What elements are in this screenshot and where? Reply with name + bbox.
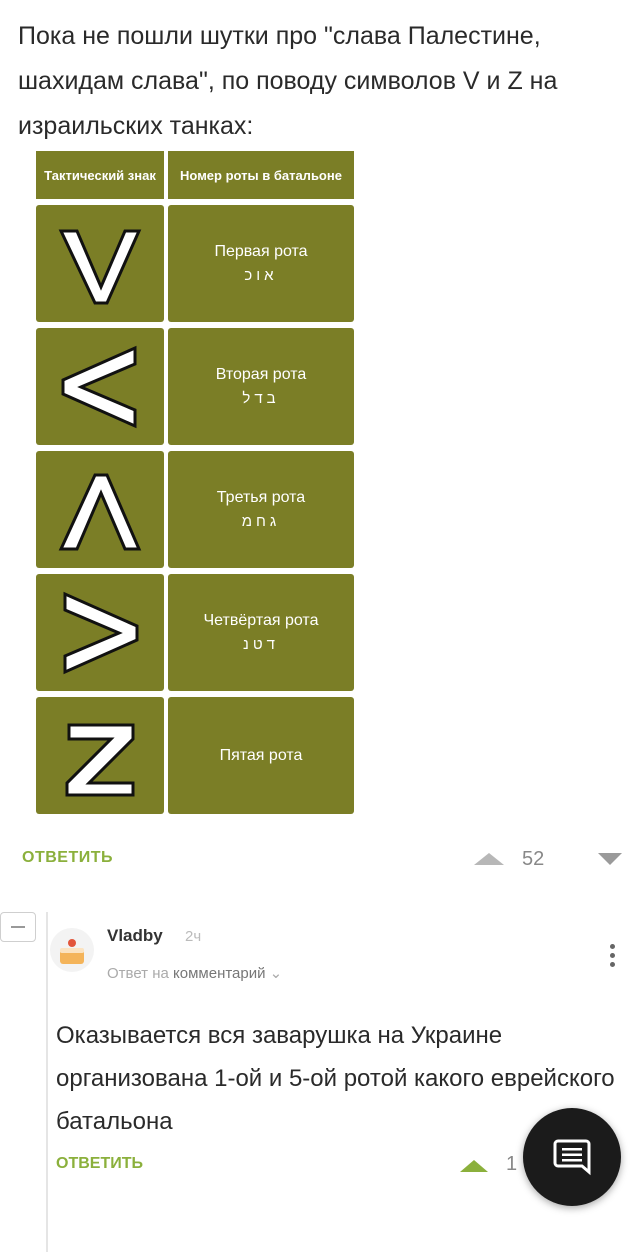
post-actions: ОТВЕТИТЬ 52 bbox=[22, 845, 622, 875]
company-cell: Пятая рота bbox=[168, 697, 354, 814]
comment-text: Оказывается вся заварушка на Украине орг… bbox=[56, 1022, 615, 1135]
comment-vote-count: 1 bbox=[506, 1153, 518, 1175]
company-name: Вторая рота bbox=[215, 366, 307, 383]
chevron-down-icon: ⌄ bbox=[269, 965, 283, 982]
table-row: Третья рота גחמ bbox=[36, 451, 356, 568]
chat-button[interactable] bbox=[523, 1108, 621, 1206]
company-hebrew: בדל bbox=[242, 390, 280, 407]
comment-author[interactable]: Vladby bbox=[107, 926, 163, 946]
upvote-icon[interactable] bbox=[474, 853, 504, 865]
caret-symbol-icon bbox=[58, 473, 142, 550]
reply-to-prefix: Ответ на bbox=[107, 965, 169, 982]
downvote-icon[interactable] bbox=[598, 853, 622, 865]
reply-button[interactable]: ОТВЕТИТЬ bbox=[22, 849, 113, 867]
table-row: Пятая рота bbox=[36, 697, 356, 814]
company-cell: Четвёртая рота דטנ bbox=[168, 574, 354, 691]
collapse-button[interactable] bbox=[0, 912, 36, 942]
comment-reply-button[interactable]: ОТВЕТИТЬ bbox=[56, 1155, 143, 1173]
chat-icon bbox=[553, 1139, 591, 1176]
table-header: Тактический знак Номер роты в батальоне bbox=[36, 151, 356, 199]
more-vertical-icon[interactable] bbox=[610, 944, 616, 970]
symbol-cell bbox=[36, 451, 164, 568]
thread-line bbox=[46, 912, 48, 1252]
tactical-signs-table: Тактический знак Номер роты в батальоне … bbox=[36, 151, 356, 814]
company-name: Третья рота bbox=[216, 489, 306, 506]
table-row: Четвёртая рота דטנ bbox=[36, 574, 356, 691]
company-hebrew: דטנ bbox=[243, 636, 279, 653]
company-hebrew: אוכ bbox=[244, 267, 278, 284]
company-name: Пятая рота bbox=[219, 746, 303, 764]
vote-box: 52 bbox=[462, 839, 622, 879]
upvote-icon[interactable] bbox=[460, 1160, 488, 1172]
collapse-icon bbox=[11, 926, 25, 928]
table-row: Первая рота אוכ bbox=[36, 205, 356, 322]
symbol-cell bbox=[36, 574, 164, 691]
company-hebrew: גחמ bbox=[241, 513, 281, 530]
reply-to-line[interactable]: Ответ на комментарий ⌄ bbox=[107, 964, 282, 982]
avatar[interactable] bbox=[50, 928, 94, 972]
avatar-cake-icon bbox=[60, 939, 84, 964]
z-symbol-icon bbox=[65, 723, 135, 796]
greater-than-symbol-icon bbox=[63, 591, 139, 674]
post-text: Пока не пошли шутки про "слава Палестине… bbox=[18, 22, 558, 140]
symbol-cell bbox=[36, 328, 164, 445]
company-cell: Первая рота אוכ bbox=[168, 205, 354, 322]
less-than-symbol-icon bbox=[61, 345, 137, 428]
table-row: Вторая рота בדל bbox=[36, 328, 356, 445]
symbol-cell bbox=[36, 205, 164, 322]
header-company: Номер роты в батальоне bbox=[168, 151, 354, 199]
company-cell: Третья рота גחמ bbox=[168, 451, 354, 568]
v-symbol-icon bbox=[58, 229, 142, 304]
company-name: Первая рота bbox=[214, 243, 308, 260]
vote-count: 52 bbox=[522, 848, 545, 870]
company-name: Четвёртая рота bbox=[203, 612, 319, 629]
comment-time: 2ч bbox=[185, 928, 202, 945]
company-cell: Вторая рота בדל bbox=[168, 328, 354, 445]
reply-to-target: комментарий bbox=[173, 965, 266, 982]
symbol-cell bbox=[36, 697, 164, 814]
header-symbol: Тактический знак bbox=[36, 151, 164, 199]
